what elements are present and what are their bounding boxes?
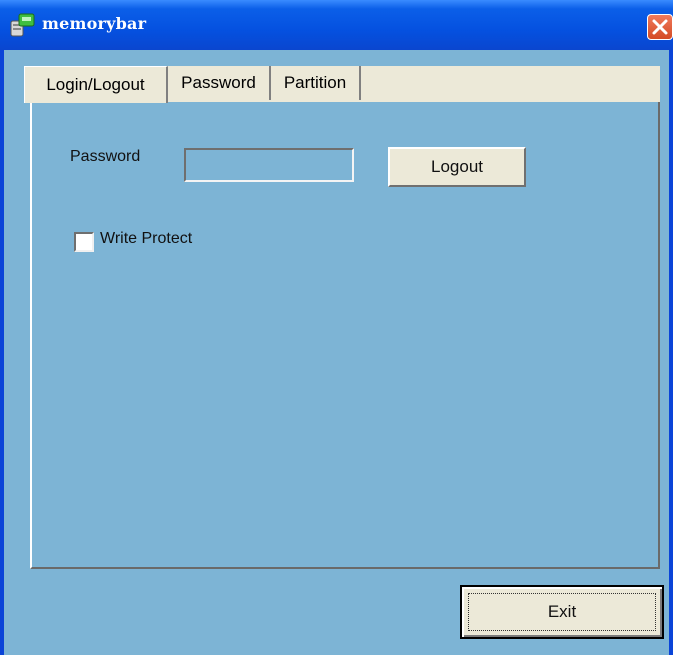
window-client-area: Login/Logout Password Partition Password… [4, 50, 669, 655]
app-drive-icon [10, 13, 35, 37]
tab-label: Partition [283, 73, 347, 92]
tab-partition[interactable]: Partition [271, 66, 361, 100]
login-logout-panel: Password Logout Write Protect [30, 102, 660, 569]
close-button[interactable] [647, 14, 673, 40]
tab-password[interactable]: Password [168, 66, 271, 100]
tab-login-logout[interactable]: Login/Logout [24, 66, 168, 103]
app-window: memorybar Login/Logout Password Partitio… [0, 0, 673, 655]
logout-button[interactable]: Logout [388, 147, 526, 187]
write-protect-checkbox[interactable] [74, 232, 94, 252]
close-icon [652, 19, 668, 35]
focus-rectangle [468, 593, 656, 631]
window-title: memorybar [42, 14, 147, 33]
title-bar[interactable]: memorybar [0, 0, 673, 50]
tab-label: Login/Logout [46, 75, 145, 94]
write-protect-label[interactable]: Write Protect [100, 230, 192, 248]
logout-button-label: Logout [431, 157, 483, 176]
password-input[interactable] [184, 148, 354, 182]
exit-button[interactable]: Exit [460, 585, 664, 639]
tab-strip: Login/Logout Password Partition [24, 66, 660, 103]
tab-label: Password [181, 73, 256, 92]
password-label: Password [70, 148, 141, 165]
